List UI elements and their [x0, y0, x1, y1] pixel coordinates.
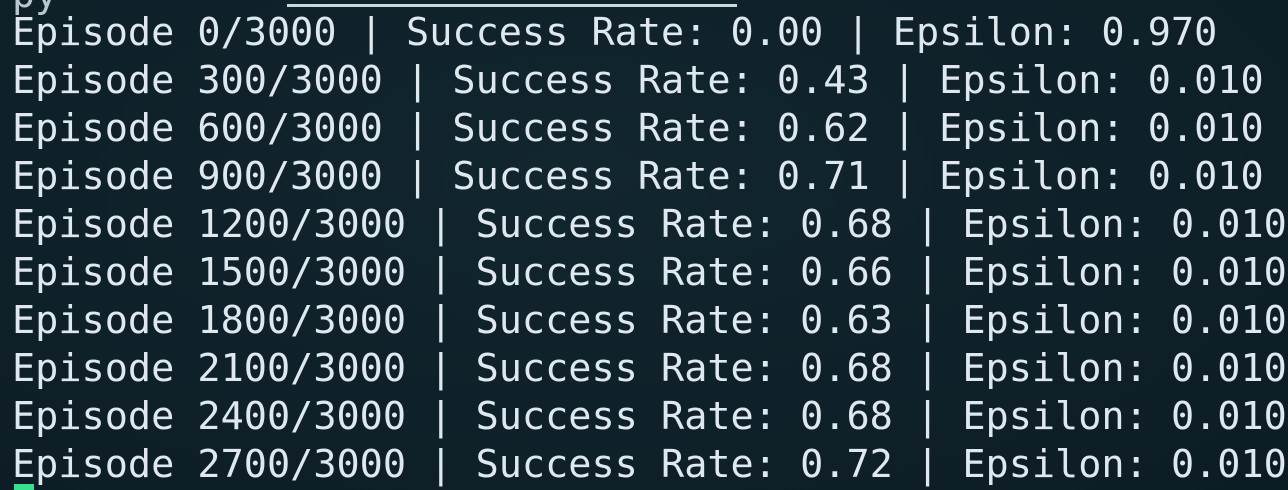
command-underline: [287, 4, 737, 7]
log-line: Episode 2400/3000 | Success Rate: 0.68 |…: [12, 394, 1287, 439]
log-line: Episode 900/3000 | Success Rate: 0.71 | …: [12, 154, 1264, 199]
log-line: Episode 1800/3000 | Success Rate: 0.63 |…: [12, 298, 1287, 343]
terminal-cursor: [14, 484, 34, 490]
log-line: Episode 0/3000 | Success Rate: 0.00 | Ep…: [12, 10, 1218, 55]
log-line: Episode 2700/3000 | Success Rate: 0.72 |…: [12, 442, 1287, 487]
training-log: Episode 0/3000 | Success Rate: 0.00 | Ep…: [12, 9, 1287, 489]
log-line: Episode 600/3000 | Success Rate: 0.62 | …: [12, 106, 1264, 151]
previous-command-line: py: [12, 0, 737, 13]
log-line: Episode 1200/3000 | Success Rate: 0.68 |…: [12, 202, 1287, 247]
previous-command-fragment: py: [12, 0, 58, 13]
terminal-window[interactable]: py Episode 0/3000 | Success Rate: 0.00 |…: [0, 0, 1288, 490]
log-line: Episode 1500/3000 | Success Rate: 0.66 |…: [12, 250, 1287, 295]
log-line: Episode 300/3000 | Success Rate: 0.43 | …: [12, 58, 1264, 103]
log-line: Episode 2100/3000 | Success Rate: 0.68 |…: [12, 346, 1287, 391]
